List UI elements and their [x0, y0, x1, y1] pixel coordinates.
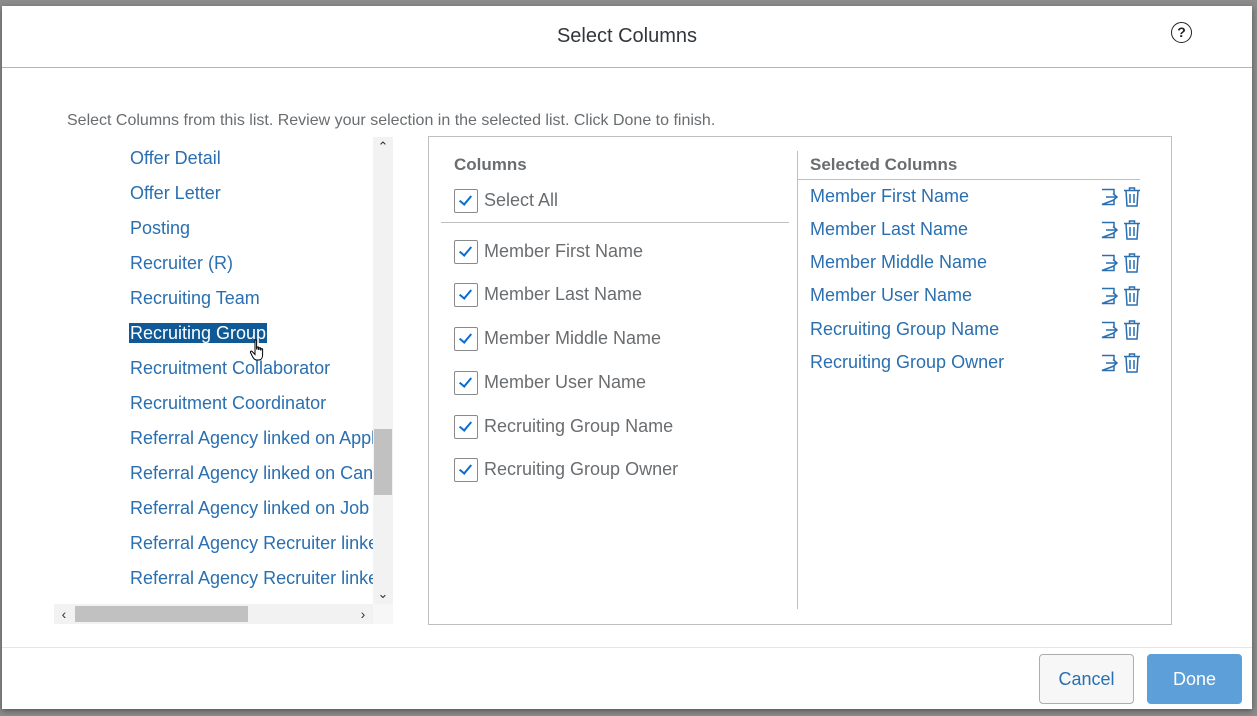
move-icon[interactable]	[1100, 287, 1118, 305]
selected-column-item: Member First Name	[810, 186, 1150, 210]
selected-columns-title: Selected Columns	[810, 155, 958, 174]
list-item[interactable]: Offer Detail	[130, 148, 221, 168]
column-label: Member Middle Name	[484, 328, 662, 348]
scroll-right-icon[interactable]: ›	[353, 604, 373, 624]
list-item[interactable]: Recruiting Team	[130, 288, 260, 308]
checkbox[interactable]	[454, 458, 478, 482]
move-icon[interactable]	[1100, 221, 1118, 239]
dialog-footer: Cancel Done	[2, 647, 1252, 709]
list-item[interactable]: Recruitment Coordinator	[130, 393, 326, 413]
scroll-corner	[373, 604, 393, 624]
selected-column-item: Member Last Name	[810, 219, 1150, 243]
columns-panel: Columns Select All Member First Name Mem…	[428, 136, 1172, 625]
selected-column-item: Recruiting Group Owner	[810, 352, 1150, 376]
selected-column-item: Member User Name	[810, 285, 1150, 309]
select-columns-dialog: Select Columns ? Select Columns from thi…	[2, 6, 1252, 709]
move-icon[interactable]	[1100, 321, 1118, 339]
horizontal-scroll-thumb[interactable]	[75, 606, 248, 622]
vertical-scroll-thumb[interactable]	[374, 429, 392, 495]
check-icon	[458, 374, 473, 388]
list-item-selected[interactable]: Recruiting Group	[129, 323, 268, 343]
done-button[interactable]: Done	[1147, 654, 1242, 704]
list-item[interactable]: Posting	[130, 218, 190, 238]
move-icon[interactable]	[1100, 354, 1118, 372]
check-icon	[458, 286, 473, 300]
trash-icon[interactable]	[1123, 220, 1141, 240]
columns-title: Columns	[454, 155, 527, 174]
scroll-down-icon[interactable]: ⌄	[373, 584, 393, 604]
checkbox[interactable]	[454, 283, 478, 307]
dialog-header: Select Columns ?	[2, 6, 1252, 68]
selected-column-label[interactable]: Member Middle Name	[810, 252, 987, 273]
checkbox[interactable]	[454, 327, 478, 351]
trash-icon[interactable]	[1123, 353, 1141, 373]
move-icon[interactable]	[1100, 188, 1118, 206]
trash-icon[interactable]	[1123, 253, 1141, 273]
help-icon[interactable]: ?	[1171, 22, 1192, 43]
checkbox[interactable]	[454, 189, 478, 213]
cancel-button[interactable]: Cancel	[1039, 654, 1134, 704]
checkbox[interactable]	[454, 240, 478, 264]
column-source-items: Offer Detail Offer Letter Posting Recrui…	[54, 137, 373, 604]
check-icon	[458, 243, 473, 257]
check-icon	[458, 461, 473, 475]
dialog-title: Select Columns	[556, 25, 698, 47]
column-source-list: Offer Detail Offer Letter Posting Recrui…	[54, 137, 393, 624]
scroll-up-icon[interactable]: ⌃	[373, 137, 393, 157]
selected-column-label[interactable]: Member Last Name	[810, 219, 968, 240]
selected-column-label[interactable]: Member First Name	[810, 186, 969, 207]
list-item[interactable]: Referral Agency linked on Applic	[130, 428, 373, 448]
trash-icon[interactable]	[1123, 286, 1141, 306]
separator	[797, 179, 1140, 180]
list-item[interactable]: Recruiter (R)	[130, 253, 233, 273]
list-item[interactable]: Referral Agency linked on Candi	[130, 463, 373, 483]
list-item[interactable]: Offer Letter	[130, 183, 221, 203]
selected-column-label[interactable]: Recruiting Group Owner	[810, 352, 1004, 373]
list-item[interactable]: Referral Agency Recruiter linked	[130, 568, 373, 588]
selected-column-label[interactable]: Member User Name	[810, 285, 972, 306]
trash-icon[interactable]	[1123, 187, 1141, 207]
selected-column-label[interactable]: Recruiting Group Name	[810, 319, 999, 340]
column-label: Member First Name	[484, 241, 644, 261]
select-all-label: Select All	[484, 190, 559, 210]
checkbox[interactable]	[454, 371, 478, 395]
list-item[interactable]: Recruitment Collaborator	[130, 358, 330, 378]
column-label: Recruiting Group Owner	[484, 459, 679, 479]
column-divider	[797, 151, 798, 609]
selected-column-item: Member Middle Name	[810, 252, 1150, 276]
column-label: Recruiting Group Name	[484, 416, 674, 436]
instructions-text: Select Columns from this list. Review yo…	[67, 112, 716, 129]
selected-column-item: Recruiting Group Name	[810, 319, 1150, 343]
check-icon	[458, 330, 473, 344]
column-label: Member Last Name	[484, 284, 643, 304]
check-icon	[458, 192, 473, 206]
vertical-scrollbar[interactable]: ⌃ ⌄	[373, 137, 393, 604]
list-item[interactable]: Referral Agency Recruiter linked	[130, 533, 373, 553]
trash-icon[interactable]	[1123, 320, 1141, 340]
scroll-left-icon[interactable]: ‹	[54, 604, 74, 624]
separator	[441, 222, 789, 223]
check-icon	[458, 418, 473, 432]
list-item[interactable]: Referral Agency linked on Job R	[130, 498, 373, 518]
column-label: Member User Name	[484, 372, 647, 392]
move-icon[interactable]	[1100, 254, 1118, 272]
horizontal-scrollbar[interactable]: ‹ ›	[54, 604, 373, 624]
checkbox[interactable]	[454, 415, 478, 439]
